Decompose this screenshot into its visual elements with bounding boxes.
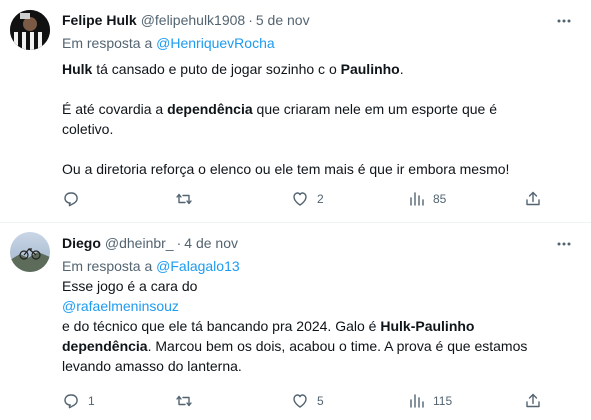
retweet-icon (176, 395, 192, 407)
share-button[interactable] (524, 391, 542, 411)
retweet-button[interactable] (175, 189, 201, 209)
views-chart-icon (410, 192, 424, 206)
views-chart-icon (410, 394, 424, 408)
views-count: 85 (433, 192, 447, 206)
views-button[interactable]: 115 (407, 391, 452, 411)
reply-button[interactable] (62, 189, 88, 209)
more-options-button[interactable] (555, 235, 573, 253)
bold-text: dependência (62, 338, 148, 354)
like-button[interactable]: 5 (291, 391, 324, 411)
reply-icon (64, 192, 78, 207)
views-count: 115 (433, 394, 453, 408)
text-line: É até covardia a dependência que criaram… (62, 99, 582, 119)
separator-dot: · (176, 235, 182, 251)
text-line: e do técnico que ele tá bancando pra 202… (62, 316, 582, 336)
text-line: levando amasso do lanterna. (62, 356, 582, 376)
tweet-date[interactable]: 5 de nov (256, 12, 310, 28)
retweet-icon (176, 193, 192, 205)
share-icon (526, 191, 540, 206)
mention-link[interactable]: @rafaelmeninsouz (62, 298, 179, 314)
heart-icon (293, 394, 307, 408)
text-span: Esse jogo é a cara do (62, 278, 198, 294)
tweet-text: Esse jogo é a cara do @rafaelmeninsouz e… (62, 276, 582, 376)
reply-to-link[interactable]: @HenriquevRocha (156, 35, 275, 51)
action-bar: 2 85 (62, 189, 582, 209)
text-span: levando amasso do lanterna. (62, 358, 242, 374)
tweet-header: Felipe Hulk @felipehulk1908 · 5 de nov (62, 10, 310, 30)
text-line: Ou a diretoria reforça o elenco ou ele t… (62, 159, 582, 179)
retweet-button[interactable] (175, 391, 201, 411)
text-span: e do técnico que ele tá bancando pra 202… (62, 318, 381, 334)
tweet-header: Diego @dheinbr_ · 4 de nov (62, 233, 238, 253)
text-line: dependência. Marcou bem os dois, acabou … (62, 336, 582, 356)
text-line: coletivo. (62, 119, 582, 139)
author-name[interactable]: Diego (62, 235, 101, 251)
text-span: Ou a diretoria reforça o elenco ou ele t… (62, 161, 510, 177)
avatar[interactable] (10, 10, 50, 50)
reply-context: Em resposta a @Falagalo13 (62, 258, 240, 274)
bold-text: Paulinho (340, 61, 400, 77)
reply-context: Em resposta a @HenriquevRocha (62, 35, 275, 51)
more-options-button[interactable] (555, 12, 573, 30)
text-span: . Marcou bem os dois, acabou o time. A p… (147, 338, 528, 354)
text-span: que criaram nele em um esporte que é (252, 101, 498, 117)
tweet-card[interactable]: Felipe Hulk @felipehulk1908 · 5 de nov E… (0, 0, 591, 222)
avatar[interactable] (10, 232, 50, 272)
like-count: 5 (317, 394, 324, 408)
like-button[interactable]: 2 (291, 189, 324, 209)
author-handle[interactable]: @felipehulk1908 (141, 12, 246, 28)
like-count: 2 (317, 192, 324, 206)
reply-prefix: Em resposta a (62, 35, 153, 51)
reply-button[interactable]: 1 (62, 391, 95, 411)
share-button[interactable] (524, 189, 542, 209)
reply-prefix: Em resposta a (62, 258, 153, 274)
bold-text: Hulk (62, 61, 93, 77)
text-line: Hulk tá cansado e puto de jogar sozinho … (62, 59, 582, 79)
author-handle[interactable]: @dheinbr_ (105, 235, 174, 251)
reply-count: 1 (88, 394, 95, 408)
text-span: . (399, 61, 404, 77)
text-span: É até covardia a (62, 101, 168, 117)
tweet-date[interactable]: 4 de nov (184, 235, 238, 251)
text-span: coletivo. (62, 121, 114, 137)
bold-text: dependência (167, 101, 253, 117)
author-name[interactable]: Felipe Hulk (62, 12, 137, 28)
heart-icon (293, 192, 307, 206)
views-button[interactable]: 85 (407, 189, 446, 209)
tweet-card[interactable]: Diego @dheinbr_ · 4 de nov Em resposta a… (0, 223, 591, 420)
tweet-text: Hulk tá cansado e puto de jogar sozinho … (62, 59, 582, 179)
reply-to-link[interactable]: @Falagalo13 (156, 258, 240, 274)
bold-text: Hulk-Paulinho (380, 318, 475, 334)
share-icon (526, 393, 540, 408)
text-line: @rafaelmeninsouz (62, 296, 582, 316)
action-bar: 1 5 115 (62, 391, 582, 411)
reply-icon (64, 394, 78, 409)
text-line: Esse jogo é a cara do (62, 276, 582, 296)
more-horizontal-icon (557, 19, 571, 23)
text-span: tá cansado e puto de jogar sozinho c o (92, 61, 341, 77)
separator-dot: · (248, 12, 253, 28)
more-horizontal-icon (557, 242, 571, 246)
